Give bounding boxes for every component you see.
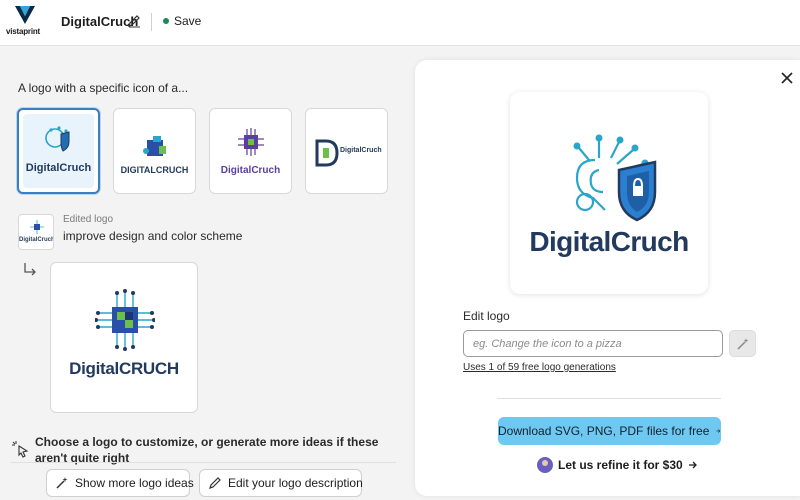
save-button[interactable]: Save — [174, 14, 201, 28]
logo-option-4[interactable]: DigitalCruch — [305, 108, 388, 194]
arrow-right-icon — [688, 461, 697, 469]
edit-description-label: Edit your logo description — [228, 476, 363, 490]
edited-logo-text: DigitalCRUCH — [51, 359, 197, 379]
edit-logo-input[interactable] — [463, 330, 723, 357]
brand-logo-icon — [15, 6, 35, 24]
history-thumb-text: DigitalCruch — [19, 237, 54, 243]
logo-option-text: DIGITALCRUCH — [120, 165, 189, 175]
download-label: Download SVG, PNG, PDF files for free — [498, 424, 710, 438]
edit-logo-label: Edit logo — [463, 309, 510, 323]
cursor-sparkle-icon — [12, 441, 29, 458]
divider — [10, 462, 396, 463]
logo-option-1[interactable]: DigitalCruch — [17, 108, 100, 194]
save-status-dot — [163, 18, 169, 24]
show-more-label: Show more logo ideas — [75, 476, 194, 490]
chip-icon — [30, 220, 44, 234]
brain-shield-icon — [573, 134, 657, 222]
usage-link[interactable]: Uses 1 of 59 free logo generations — [463, 362, 616, 373]
brand-name: vistaprint — [6, 27, 41, 36]
magic-wand-icon — [737, 338, 749, 350]
logo-detail-panel: DigitalCruch Edit logo Uses 1 of 59 free… — [415, 60, 800, 496]
divider — [151, 13, 152, 31]
edited-logo-text-part: DigitalCRUCH — [69, 359, 179, 378]
logo-option-2[interactable]: DIGITALCRUCH — [113, 108, 196, 194]
chip-circuit-icon — [95, 289, 155, 351]
edit-logo-description-button[interactable]: Edit your logo description — [199, 469, 363, 497]
edited-logo-card[interactable]: DigitalCRUCH — [50, 262, 198, 413]
pencil-icon — [209, 477, 221, 489]
refine-link[interactable]: Let us refine it for $30 — [537, 456, 698, 474]
divider — [497, 398, 721, 399]
logo-option-text: DigitalCruch — [210, 165, 291, 176]
show-more-logo-ideas-button[interactable]: Show more logo ideas — [46, 469, 194, 497]
prompt-heading: A logo with a specific icon of a... — [18, 81, 189, 95]
refine-label: Let us refine it for $30 — [558, 458, 683, 472]
close-icon[interactable] — [779, 70, 795, 86]
logo-option-text-part: DigitalCruch — [220, 165, 281, 176]
history-label: Edited logo — [63, 214, 114, 225]
logo-option-3[interactable]: DigitalCruch — [209, 108, 292, 194]
avatar — [537, 457, 553, 473]
preview-logo-text: DigitalCruch — [510, 226, 708, 258]
logo-option-text: DigitalCruch — [25, 162, 92, 174]
logo-preview: DigitalCruch — [510, 92, 708, 294]
brain-shield-icon — [44, 126, 69, 152]
history-description: improve design and color scheme — [63, 229, 243, 243]
history-thumbnail[interactable]: DigitalCruch — [18, 214, 54, 250]
chip-icon — [237, 128, 264, 156]
return-arrow-icon — [24, 263, 36, 276]
brand-logo[interactable]: vistaprint — [6, 5, 46, 41]
pencil-icon[interactable] — [127, 14, 141, 28]
arrow-right-icon — [716, 429, 721, 433]
letter-d-circuit-icon — [315, 139, 339, 167]
generate-edit-button[interactable] — [729, 330, 756, 357]
logo-option-text: DigitalCruch — [340, 147, 382, 154]
top-bar: vistaprint DigitalCruch Save — [0, 0, 800, 46]
magic-wand-icon — [56, 477, 68, 489]
puzzle-icon — [142, 136, 166, 156]
preview-text-part: DigitalCruch — [529, 226, 689, 257]
download-files-button[interactable]: Download SVG, PNG, PDF files for free — [498, 417, 721, 445]
